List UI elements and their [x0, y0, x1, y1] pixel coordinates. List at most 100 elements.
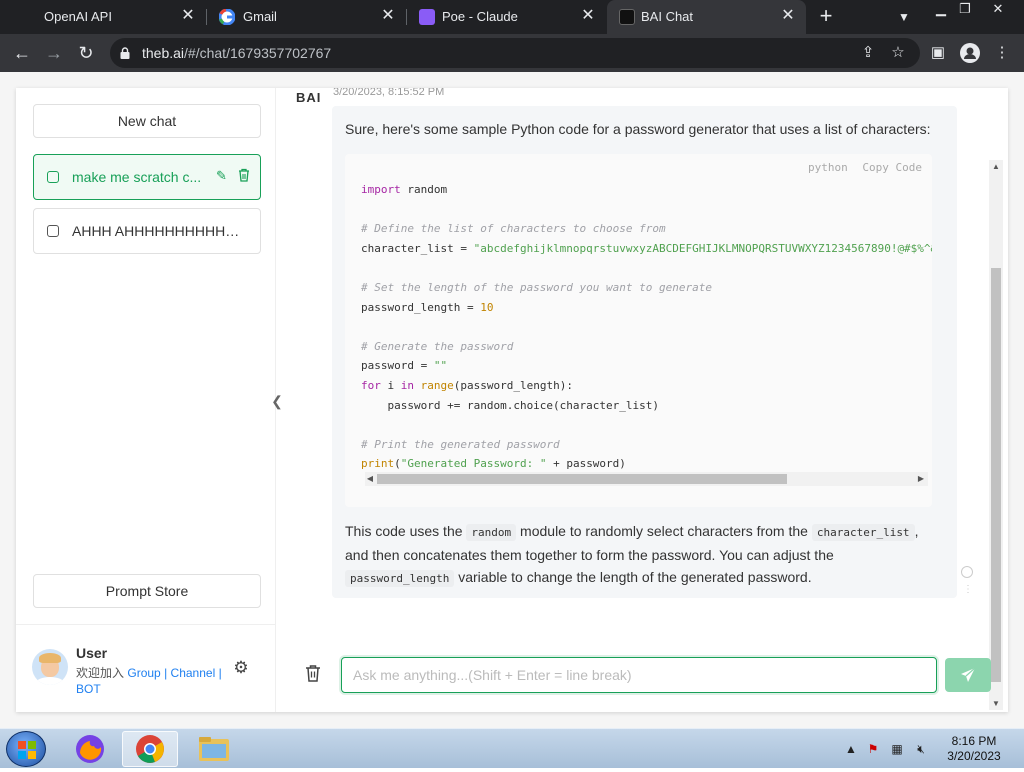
- code-block: python Copy Code import random # Define …: [345, 154, 932, 507]
- user-panel: User 欢迎加入 Group | Channel | BOT ⚙: [16, 624, 276, 712]
- tab-poe-claude[interactable]: Poe - Claude ✕: [407, 0, 606, 34]
- conversation-item[interactable]: AHHH AHHHHHHHHHHHH...: [33, 208, 261, 254]
- network-icon[interactable]: ▦: [890, 742, 904, 756]
- share-icon[interactable]: ⇪: [856, 41, 880, 65]
- plus-icon[interactable]: +: [814, 5, 838, 29]
- scroll-thumb[interactable]: [377, 474, 787, 484]
- prompt-store-button[interactable]: Prompt Store: [33, 574, 261, 608]
- browser-toolbar: ← → ↻ theb.ai/#/chat/1679357702767 ⇪ ☆ ▣…: [0, 34, 1024, 72]
- link-separator: |: [218, 666, 222, 680]
- app-area: New chat make me scratch c... ✎ AHHH AHH…: [0, 72, 1024, 728]
- text-segment: This code uses the: [345, 523, 463, 539]
- tab-gmail[interactable]: Gmail ✕: [207, 0, 406, 34]
- send-button[interactable]: [945, 658, 991, 692]
- new-chat-button[interactable]: New chat: [33, 104, 261, 138]
- chat-area: BAI 3/20/2023, 8:15:52 PM Sure, here's s…: [277, 88, 992, 628]
- bot-logo: BAI: [296, 90, 322, 105]
- code-token: in: [400, 378, 414, 392]
- scroll-down-icon[interactable]: ▼: [989, 699, 1003, 708]
- volume-icon[interactable]: 🔇︎: [914, 742, 928, 756]
- code-line: # Set the length of the password you wan…: [361, 278, 932, 298]
- inline-code: character_list: [811, 524, 915, 541]
- code-token: character_list =: [361, 241, 474, 255]
- code-token: "Generated Password: ": [400, 457, 547, 471]
- code-line: password = "": [361, 356, 932, 376]
- more-icon[interactable]: ⋮: [963, 584, 973, 595]
- scroll-up-icon[interactable]: ▲: [989, 162, 1003, 171]
- chevron-down-icon[interactable]: ▼: [894, 7, 914, 27]
- close-icon[interactable]: ✕: [178, 6, 198, 26]
- bot-message: Sure, here's some sample Python code for…: [332, 106, 957, 598]
- system-clock[interactable]: 8:16 PM 3/20/2023: [940, 734, 1008, 764]
- code-header: python Copy Code: [800, 161, 922, 174]
- horizontal-scrollbar[interactable]: ◀ ▶: [365, 472, 928, 486]
- tab-bai-chat[interactable]: BAI Chat ✕: [607, 0, 806, 34]
- scroll-left-icon[interactable]: ◀: [365, 473, 375, 485]
- code-line: character_list = "abcdefghijklmnopqrstuv…: [361, 239, 932, 259]
- code-line: # Generate the password: [361, 337, 932, 357]
- menu-icon[interactable]: ⋮: [990, 41, 1014, 65]
- show-hidden-icons[interactable]: ▲: [844, 742, 858, 756]
- close-icon[interactable]: ✕: [778, 6, 798, 26]
- restore-icon[interactable]: ❐: [952, 0, 978, 18]
- back-icon[interactable]: ←: [10, 41, 34, 65]
- scroll-right-icon[interactable]: ▶: [916, 473, 926, 485]
- code-token: print: [361, 457, 395, 471]
- lock-icon: [120, 46, 130, 59]
- code-token: (: [394, 457, 401, 471]
- avatar: [32, 649, 68, 685]
- chat-icon: [47, 225, 59, 237]
- join-links: 欢迎加入 Group | Channel | BOT: [76, 665, 226, 697]
- close-icon[interactable]: ✕: [378, 6, 398, 26]
- scroll-thumb[interactable]: [991, 268, 1001, 682]
- copy-code-button[interactable]: Copy Code: [862, 161, 922, 174]
- trash-icon[interactable]: [238, 168, 252, 184]
- minimize-icon[interactable]: ▁: [928, 0, 954, 18]
- chrome-taskbar-item[interactable]: [122, 731, 178, 767]
- code-token: for: [361, 378, 381, 392]
- code-token: random: [400, 183, 448, 196]
- tab-openai-api[interactable]: OpenAI API ✕: [0, 0, 206, 34]
- chat-input[interactable]: [341, 657, 937, 693]
- code-token: # Print the generated password: [361, 437, 560, 451]
- profile-icon[interactable]: [958, 41, 982, 65]
- start-button[interactable]: [6, 731, 46, 767]
- sidebar: New chat make me scratch c... ✎ AHHH AHH…: [16, 88, 276, 712]
- google-icon: [218, 8, 236, 26]
- group-link[interactable]: Group: [127, 666, 160, 680]
- message-explanation: This code uses the random module to rand…: [345, 520, 945, 590]
- star-icon[interactable]: ☆: [886, 41, 910, 65]
- forward-icon[interactable]: →: [42, 41, 66, 65]
- explorer-taskbar-item[interactable]: [186, 731, 242, 767]
- browser-tab-bar: OpenAI API ✕ Gmail ✕ Poe - Claude ✕ BAI …: [0, 0, 1024, 34]
- window-close-icon[interactable]: ✕: [985, 0, 1011, 18]
- vertical-scrollbar[interactable]: ▲ ▼: [989, 160, 1003, 710]
- bot-link[interactable]: BOT: [76, 682, 101, 696]
- tab-title: Poe - Claude: [442, 9, 518, 24]
- address-bar[interactable]: theb.ai/#/chat/1679357702767 ⇪ ☆: [110, 38, 920, 68]
- firefox-taskbar-item[interactable]: [62, 731, 118, 767]
- code-line: password_length = 10: [361, 298, 932, 318]
- code-token: import: [361, 183, 401, 196]
- action-center-icon[interactable]: ⚑: [866, 742, 880, 756]
- close-icon[interactable]: ✕: [578, 6, 598, 26]
- conversation-item[interactable]: make me scratch c... ✎: [33, 154, 261, 200]
- edit-icon[interactable]: ✎: [216, 168, 230, 184]
- url-host: theb.ai: [142, 45, 185, 61]
- code-line: print("Generated Password: " + password): [361, 454, 932, 474]
- poe-icon: [419, 9, 435, 25]
- code-token: password_length =: [361, 300, 481, 314]
- trash-icon[interactable]: [303, 664, 323, 684]
- code-language: python: [808, 161, 848, 174]
- channel-link[interactable]: Channel: [171, 666, 216, 680]
- gear-icon[interactable]: ⚙: [232, 659, 250, 677]
- code-line: for i in range(password_length):: [361, 376, 932, 396]
- clock-date: 3/20/2023: [947, 749, 1001, 763]
- message-timestamp: 3/20/2023, 8:15:52 PM: [333, 88, 445, 98]
- reload-icon[interactable]: ↻: [74, 41, 98, 65]
- sidebar-icon[interactable]: ▣: [926, 41, 950, 65]
